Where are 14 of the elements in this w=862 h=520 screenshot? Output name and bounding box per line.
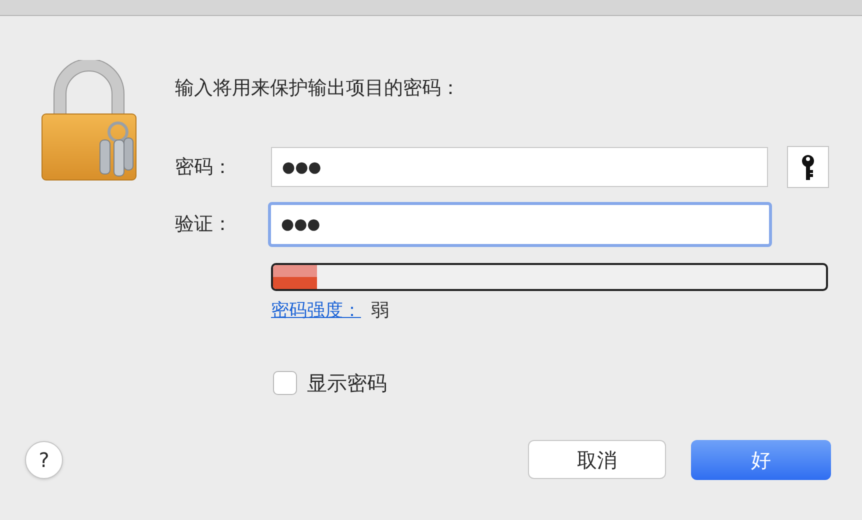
checkbox[interactable] xyxy=(273,371,297,395)
field-label: 验证： xyxy=(175,212,233,238)
padlock-icon xyxy=(40,60,138,182)
password-field[interactable]: ●●● xyxy=(271,147,768,187)
checkbox-label: 显示密码 xyxy=(307,370,387,397)
key-button[interactable] xyxy=(787,146,829,188)
key-icon xyxy=(801,154,815,180)
cancel-button[interactable]: 取消 xyxy=(528,440,666,479)
strength-link[interactable]: 密码强度： xyxy=(271,297,361,324)
password-field[interactable]: ●●● xyxy=(268,202,772,247)
prompt-text: 输入将用来保护输出项目的密码： xyxy=(175,76,461,101)
field-label: 密码： xyxy=(175,154,233,180)
strength-reading: 弱 xyxy=(371,299,389,323)
help-button[interactable]: ? xyxy=(25,441,63,479)
